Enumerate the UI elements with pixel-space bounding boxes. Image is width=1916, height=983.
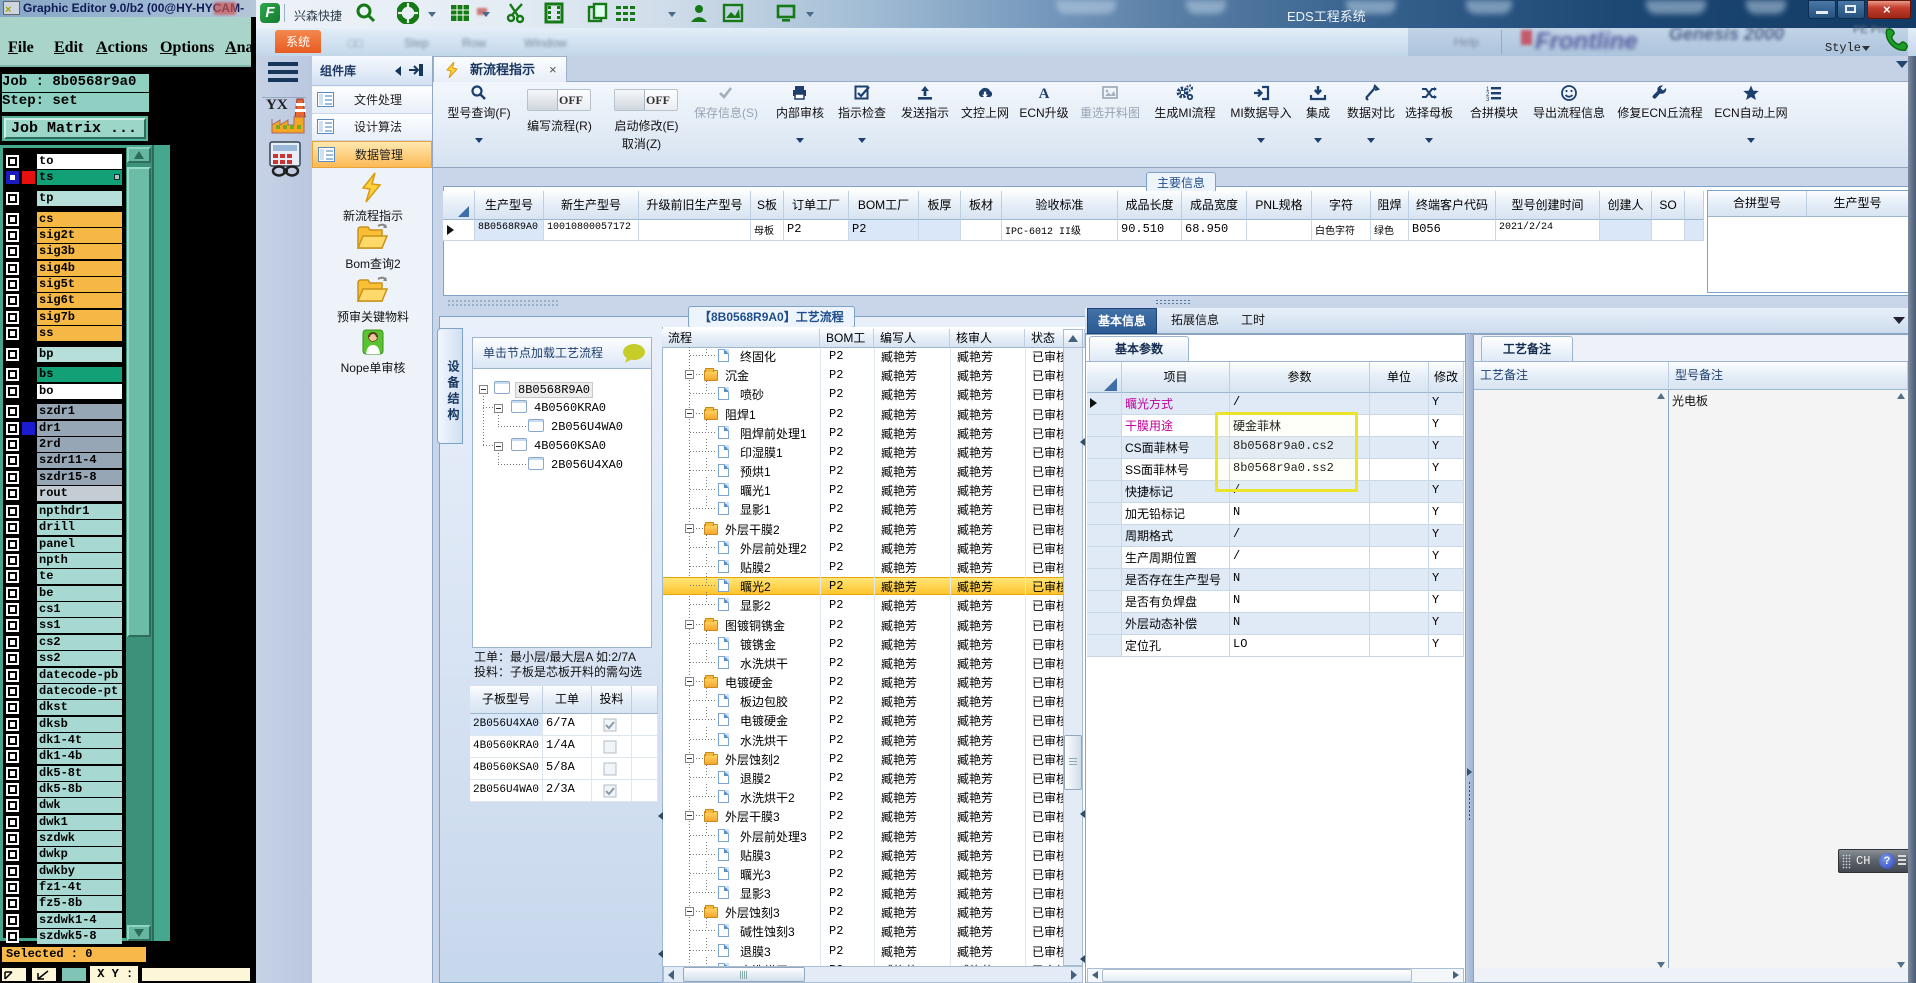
svg-text:A: A bbox=[1039, 86, 1050, 102]
svg-text:3: 3 bbox=[1486, 97, 1490, 102]
